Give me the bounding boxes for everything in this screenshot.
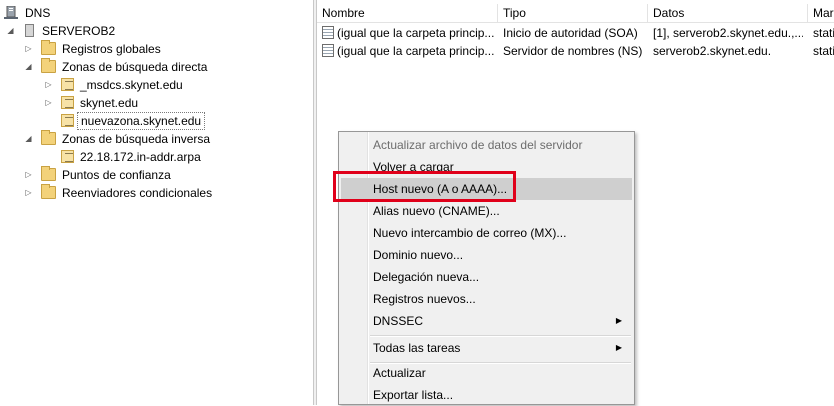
record-icon — [322, 26, 334, 39]
tree-node-nuevazona[interactable]: nuevazona.skynet.edu — [44, 112, 206, 130]
record-type: Inicio de autoridad (SOA) — [503, 26, 638, 40]
column-header-name[interactable]: Nombre — [317, 4, 498, 23]
tree-node-trust-points[interactable]: ▷ Puntos de confianza — [24, 166, 174, 184]
menu-item-label: DNSSEC — [373, 314, 424, 328]
menu-item-new-alias[interactable]: Alias nuevo (CNAME)... — [341, 200, 632, 222]
tree-node-dns[interactable]: DNS — [4, 4, 53, 22]
tree-label: Zonas de búsqueda inversa — [62, 132, 211, 146]
menu-item-export-list[interactable]: Exportar lista... — [341, 384, 632, 406]
record-name: (igual que la carpeta princip... — [337, 26, 495, 40]
zone-file-icon — [61, 114, 74, 127]
column-header-type[interactable]: Tipo — [498, 4, 648, 23]
menu-item-refresh[interactable]: Actualizar — [341, 362, 632, 384]
record-timestamp: stati — [813, 26, 834, 40]
expand-arrow-icon[interactable]: ▷ — [44, 76, 53, 94]
tree-node-reverse-zones[interactable]: ◢ Zonas de búsqueda inversa — [24, 130, 213, 148]
menu-item-new-delegation[interactable]: Delegación nueva... — [341, 266, 632, 288]
table-row[interactable]: (igual que la carpeta princip... Servido… — [317, 42, 834, 60]
folder-icon — [41, 166, 56, 181]
collapse-arrow-icon[interactable]: ◢ — [24, 58, 33, 76]
submenu-arrow-icon: ▶ — [615, 343, 622, 352]
annotation-highlight-box — [333, 171, 516, 202]
tree-node-server[interactable]: ◢ SERVEROB2 — [6, 22, 118, 40]
expand-arrow-icon[interactable]: ▷ — [24, 40, 33, 58]
record-type: Servidor de nombres (NS) — [503, 44, 643, 58]
menu-item-dnssec[interactable]: DNSSEC ▶ — [341, 310, 632, 332]
console-tree: DNS ◢ SERVEROB2 ▷ Registros globales ◢ Z… — [0, 0, 313, 405]
zone-file-icon — [61, 96, 74, 109]
tree-label: Zonas de búsqueda directa — [62, 60, 208, 74]
tree-node-skynet[interactable]: ▷ skynet.edu — [44, 94, 141, 112]
tree-label: _msdcs.skynet.edu — [80, 78, 183, 92]
record-name-cell: (igual que la carpeta princip... — [322, 42, 498, 60]
menu-item-other-records[interactable]: Registros nuevos... — [341, 288, 632, 310]
column-header-data[interactable]: Datos — [648, 4, 808, 23]
folder-icon — [41, 184, 56, 199]
menu-item-all-tasks[interactable]: Todas las tareas ▶ — [341, 337, 632, 359]
expand-arrow-icon[interactable]: ▷ — [24, 184, 33, 202]
tree-label: Puntos de confianza — [62, 168, 171, 182]
tree-label: 22.18.172.in-addr.arpa — [80, 150, 201, 164]
folder-open-icon — [41, 58, 56, 73]
table-row[interactable]: (igual que la carpeta princip... Inicio … — [317, 24, 834, 42]
tree-node-msdcs[interactable]: ▷ _msdcs.skynet.edu — [44, 76, 186, 94]
record-name: (igual que la carpeta princip... — [337, 44, 495, 58]
folder-open-icon — [41, 130, 56, 145]
tree-label: Reenviadores condicionales — [62, 186, 213, 200]
zone-file-icon — [61, 78, 74, 91]
folder-icon — [41, 40, 56, 55]
server-icon — [25, 24, 34, 37]
tree-node-forward-zones[interactable]: ◢ Zonas de búsqueda directa — [24, 58, 210, 76]
record-timestamp: stati — [813, 44, 834, 58]
menu-item-new-mail-exchanger[interactable]: Nuevo intercambio de correo (MX)... — [341, 222, 632, 244]
tree-label: SERVEROB2 — [42, 24, 116, 38]
dns-icon — [4, 5, 18, 20]
tree-node-reverse-zone[interactable]: 22.18.172.in-addr.arpa — [44, 148, 204, 166]
record-name-cell: (igual que la carpeta princip... — [322, 24, 498, 42]
zone-file-icon — [61, 150, 74, 163]
record-icon — [322, 44, 334, 57]
menu-item-label: Todas las tareas — [373, 341, 461, 355]
tree-node-conditional-forwarders[interactable]: ▷ Reenviadores condicionales — [24, 184, 215, 202]
tree-label: skynet.edu — [80, 96, 139, 110]
menu-item-update-server-data-file[interactable]: Actualizar archivo de datos del servidor — [341, 134, 632, 156]
record-data: [1], serverob2.skynet.edu.,... — [653, 26, 803, 40]
record-data: serverob2.skynet.edu. — [653, 44, 772, 58]
column-header-timestamp[interactable]: Mar — [808, 4, 834, 23]
tree-node-global-records[interactable]: ▷ Registros globales — [24, 40, 164, 58]
expand-arrow-icon[interactable]: ▷ — [44, 94, 53, 112]
collapse-arrow-icon[interactable]: ◢ — [24, 130, 33, 148]
tree-label: Registros globales — [62, 42, 161, 56]
expand-arrow-icon[interactable]: ▷ — [24, 166, 33, 184]
collapse-arrow-icon[interactable]: ◢ — [6, 22, 15, 40]
tree-label: DNS — [25, 6, 51, 20]
menu-item-new-domain[interactable]: Dominio nuevo... — [341, 244, 632, 266]
tree-label: nuevazona.skynet.edu — [77, 112, 206, 130]
submenu-arrow-icon: ▶ — [615, 316, 622, 325]
